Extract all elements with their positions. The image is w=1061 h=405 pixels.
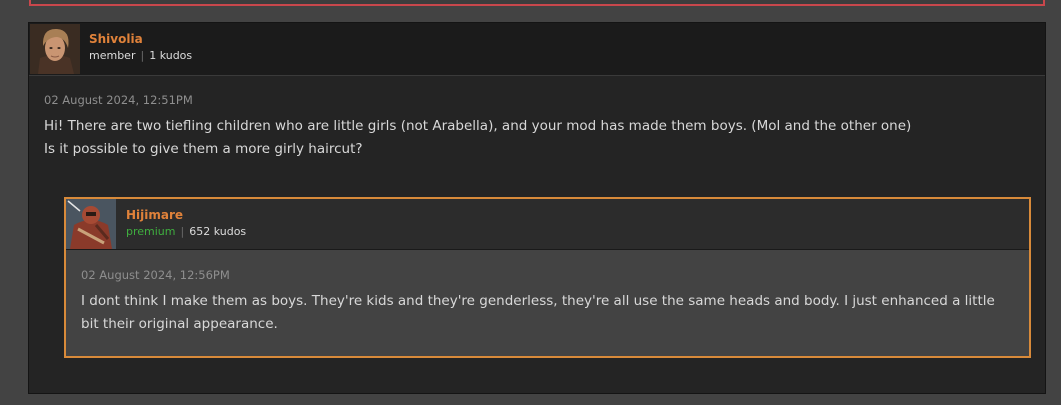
reply-author-role: premium xyxy=(126,225,176,238)
post-date: 02 August 2024, 12:51PM xyxy=(44,93,193,107)
avatar[interactable] xyxy=(30,24,80,74)
post-text: Hi! There are two tiefling children who … xyxy=(44,115,1025,161)
reply-author-meta: premium | 652 kudos xyxy=(126,225,246,238)
comment-header: Shivolia member | 1 kudos xyxy=(29,23,1045,76)
avatar-image xyxy=(30,24,80,74)
comment-body: 02 August 2024, 12:51PM Hi! There are tw… xyxy=(44,93,1025,161)
meta-separator: | xyxy=(140,49,145,62)
author-meta: member | 1 kudos xyxy=(89,49,192,62)
meta-separator: | xyxy=(180,225,185,238)
reply-date: 02 August 2024, 12:56PM xyxy=(81,268,230,282)
reply-avatar[interactable] xyxy=(66,199,116,249)
reply-comment: Hijimare premium | 652 kudos 02 August 202… xyxy=(64,197,1031,358)
post-text-line: Is it possible to give them a more girly… xyxy=(44,141,363,157)
reply-text: I dont think I make them as boys. They'r… xyxy=(81,293,995,332)
reply-header: Hijimare premium | 652 kudos xyxy=(66,199,1029,250)
reply-body: 02 August 2024, 12:56PM I dont think I m… xyxy=(81,268,1014,336)
author-name[interactable]: Shivolia xyxy=(89,32,143,46)
reply-avatar-image xyxy=(66,199,116,249)
reply-author-name[interactable]: Hijimare xyxy=(126,208,183,222)
author-kudos: 1 kudos xyxy=(149,49,193,62)
previous-post-bottom-edge xyxy=(29,0,1045,6)
reply-author-kudos: 652 kudos xyxy=(189,225,247,238)
post-text-line: Hi! There are two tiefling children who … xyxy=(44,118,912,134)
comment: Shivolia member | 1 kudos 02 August 2024, … xyxy=(28,22,1046,394)
author-role: member xyxy=(89,49,136,62)
